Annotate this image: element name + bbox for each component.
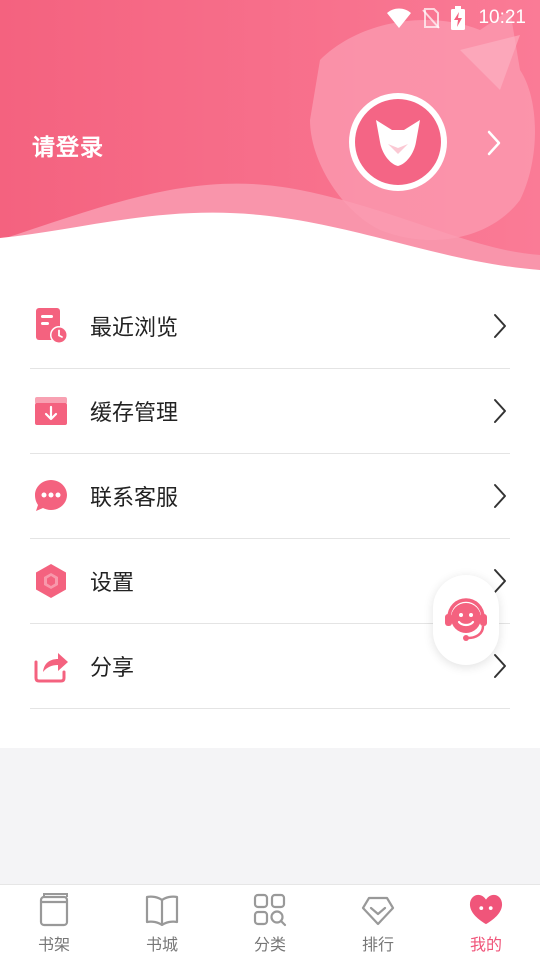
nav-tab-category[interactable]: 分类 — [216, 885, 324, 960]
chevron-right-icon — [494, 484, 506, 508]
menu-item-label: 分享 — [90, 656, 135, 681]
cache-download-icon — [32, 392, 70, 430]
chevron-right-icon[interactable] — [484, 128, 504, 158]
menu-item-contact[interactable]: 联系客服 — [30, 454, 510, 539]
nav-label: 排行 — [361, 935, 394, 954]
login-prompt[interactable]: 请登录 — [32, 128, 104, 162]
menu-list: 最近浏览 缓存管理 联系客服 设置 分享 — [0, 270, 540, 748]
nav-tab-ranking[interactable]: 排行 — [324, 885, 432, 960]
battery-charging-icon — [451, 6, 466, 30]
chat-bubble-icon — [32, 477, 70, 515]
nav-label: 我的 — [469, 935, 502, 954]
nav-tab-bookshelf[interactable]: 书架 — [0, 885, 108, 960]
chevron-right-icon — [494, 654, 506, 678]
menu-item-label: 设置 — [90, 571, 135, 596]
menu-item-label: 联系客服 — [90, 486, 179, 511]
nav-label: 书架 — [37, 935, 70, 954]
status-time: 10:21 — [478, 7, 526, 28]
menu-item-recent[interactable]: 最近浏览 — [30, 284, 510, 369]
customer-service-button[interactable] — [433, 575, 499, 665]
category-grid-icon — [253, 893, 287, 927]
menu-item-label: 缓存管理 — [90, 401, 179, 426]
bottom-navigation: 书架 书城 分类 排行 我的 — [0, 884, 540, 960]
recent-history-icon — [32, 307, 70, 345]
settings-hexagon-icon — [32, 562, 70, 600]
menu-item-cache[interactable]: 缓存管理 — [30, 369, 510, 454]
bookshelf-icon — [37, 893, 71, 927]
nav-tab-bookstore[interactable]: 书城 — [108, 885, 216, 960]
nav-label: 书城 — [145, 935, 178, 954]
nav-tab-profile[interactable]: 我的 — [432, 885, 540, 960]
wifi-icon — [387, 8, 412, 28]
ranking-diamond-icon — [361, 893, 395, 927]
no-sim-icon — [422, 8, 441, 29]
chevron-right-icon — [494, 314, 506, 338]
profile-heart-icon — [469, 893, 503, 927]
chevron-right-icon — [494, 399, 506, 423]
status-bar: 10:21 — [386, 0, 540, 36]
customer-service-icon — [445, 598, 487, 641]
menu-item-label: 最近浏览 — [90, 316, 179, 341]
profile-header: 10:21 请登录 — [0, 0, 540, 280]
fox-avatar-icon — [355, 99, 441, 185]
book-open-icon — [145, 893, 179, 927]
share-icon — [32, 647, 70, 685]
nav-label: 分类 — [253, 935, 286, 954]
avatar[interactable] — [349, 93, 447, 191]
